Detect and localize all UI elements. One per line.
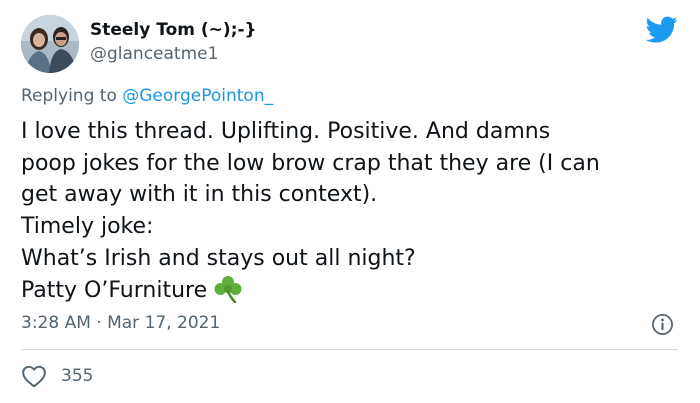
- avatar[interactable]: [21, 15, 79, 73]
- tweet-line: Patty O’Furniture: [21, 277, 208, 303]
- like-button[interactable]: 355: [21, 364, 93, 388]
- tweet-timestamp[interactable]: 3:28 AM · Mar 17, 2021: [21, 313, 220, 333]
- tweet-line: What’s Irish and stays out all night?: [21, 245, 416, 271]
- tweet-card: Steely Tom (~);-} @glanceatme1 Replying …: [0, 0, 700, 403]
- info-icon[interactable]: [651, 313, 674, 336]
- tweet-line: poop jokes for the low brow crap that th…: [21, 150, 600, 176]
- display-name[interactable]: Steely Tom (~);-}: [90, 20, 257, 40]
- heart-icon[interactable]: [21, 364, 47, 388]
- replying-to: Replying to @GeorgePointon_: [21, 86, 273, 106]
- replying-prefix: Replying to: [21, 86, 117, 106]
- twitter-bird-icon[interactable]: [645, 16, 678, 44]
- tweet-text: I love this thread. Uplifting. Positive.…: [21, 116, 681, 306]
- avatar-photo-icon: [21, 15, 79, 73]
- tweet-line: I love this thread. Uplifting. Positive.…: [21, 119, 551, 144]
- reply-mention-link[interactable]: @GeorgePointon_: [122, 86, 273, 106]
- tweet-line: Timely joke:: [21, 214, 154, 240]
- tweet-last-line: Patty O’Furniture: [21, 275, 681, 307]
- like-count: 355: [61, 366, 94, 386]
- tweet-line: get away with it in this context).: [21, 182, 378, 208]
- user-handle[interactable]: @glanceatme1: [90, 44, 218, 64]
- shamrock-icon: [213, 275, 243, 303]
- divider: [21, 349, 678, 350]
